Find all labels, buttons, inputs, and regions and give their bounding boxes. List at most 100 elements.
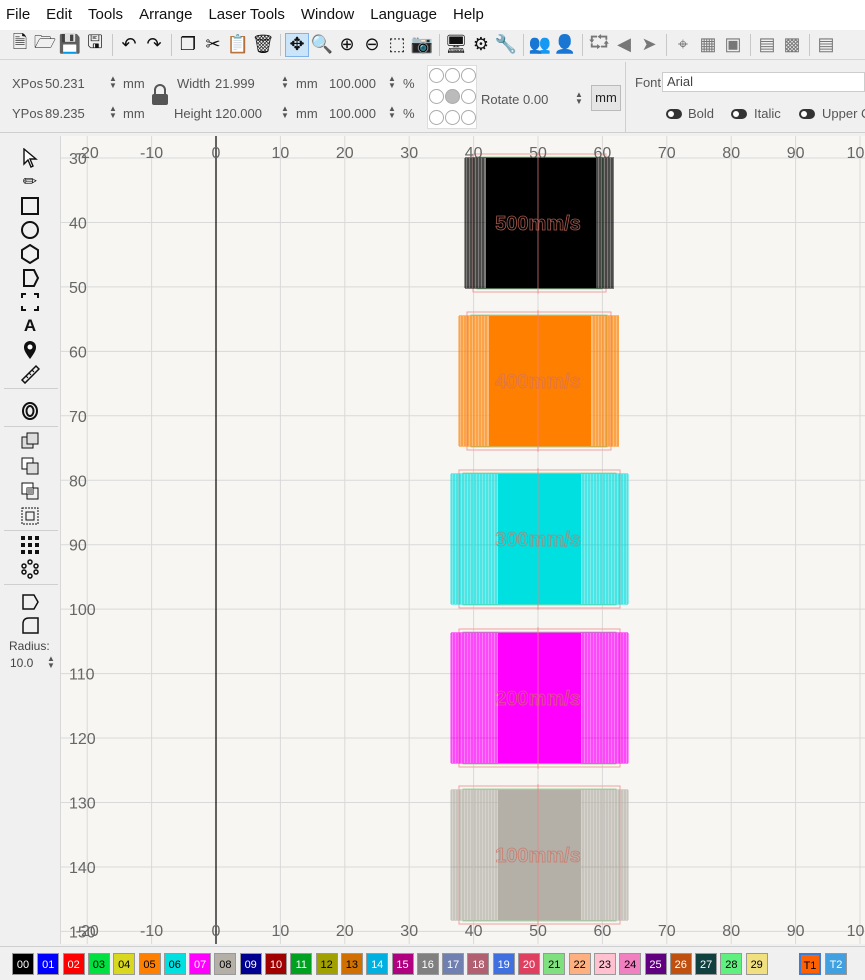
test-block[interactable]: 100mm/s [450, 784, 629, 926]
bold-toggle[interactable] [666, 109, 682, 119]
palette-swatch-T2[interactable]: T2 [825, 953, 847, 975]
test-block[interactable]: 200mm/s [450, 627, 629, 769]
settings-icon[interactable]: ⚙ [469, 33, 493, 57]
tools-icon[interactable]: 🔧 [494, 33, 518, 57]
frame-icon[interactable] [18, 291, 42, 313]
palette-swatch-17[interactable]: 17 [442, 953, 465, 975]
palette-swatch-20[interactable]: 20 [518, 953, 540, 975]
palette-swatch-26[interactable]: 26 [669, 953, 692, 975]
palette-swatch-21[interactable]: 21 [543, 953, 566, 975]
height-spinner[interactable]: ▲ ▼ [279, 105, 291, 121]
width-percent-input[interactable]: 100.000 [329, 76, 376, 91]
radius-spinner[interactable]: ▲ ▼ [45, 655, 57, 671]
palette-swatch-18[interactable]: 18 [467, 953, 490, 975]
distribute-icon[interactable]: ▣ [721, 33, 745, 57]
palette-swatch-23[interactable]: 23 [593, 953, 616, 975]
palette-swatch-00[interactable]: 00 [12, 953, 34, 975]
palette-swatch-27[interactable]: 27 [695, 953, 718, 975]
palette-swatch-09[interactable]: 09 [239, 953, 262, 975]
monitor-icon[interactable]: 🖥 [444, 33, 468, 57]
height-percent-input[interactable]: 100.000 [329, 106, 376, 121]
anchor-top[interactable] [445, 68, 460, 83]
boolean-union-icon[interactable] [18, 430, 42, 452]
palette-swatch-16[interactable]: 16 [416, 953, 439, 975]
rotate-input[interactable]: 0.00 [523, 92, 548, 107]
test-block[interactable]: 500mm/s [464, 152, 614, 294]
zoom-page-icon[interactable]: 🔍 [310, 33, 334, 57]
dock-icon[interactable]: ▤ [814, 33, 838, 57]
menu-language[interactable]: Language [362, 0, 445, 30]
open-folder-icon[interactable]: 🗁 [33, 32, 57, 57]
align-center-icon[interactable]: ▩ [780, 33, 804, 57]
width-input[interactable]: 21.999 [215, 76, 255, 91]
palette-swatch-12[interactable]: 12 [315, 953, 338, 975]
grid-array-icon[interactable] [18, 534, 42, 556]
redo-icon[interactable]: ↷ [142, 33, 166, 57]
anchor-top-right[interactable] [461, 68, 476, 83]
paste-icon[interactable]: 📋 [226, 33, 250, 57]
boolean-subtract-icon[interactable] [18, 455, 42, 477]
height-percent-spinner[interactable]: ▲ ▼ [386, 105, 398, 121]
ellipse-icon[interactable] [18, 219, 42, 241]
move-icon[interactable]: ✥ [285, 32, 309, 57]
palette-swatch-05[interactable]: 05 [138, 953, 161, 975]
palette-swatch-28[interactable]: 28 [720, 953, 743, 975]
circular-array-icon[interactable] [18, 558, 42, 580]
palette-swatch-14[interactable]: 14 [366, 953, 389, 975]
palette-swatch-03[interactable]: 03 [87, 953, 110, 975]
corner-radius-icon[interactable] [18, 614, 42, 636]
ypos-input[interactable]: 89.235 [45, 106, 85, 121]
palette-swatch-22[interactable]: 22 [568, 953, 591, 975]
menu-window[interactable]: Window [293, 0, 362, 30]
undo-icon[interactable]: ↶ [117, 33, 141, 57]
palette-swatch-10[interactable]: 10 [265, 953, 287, 975]
palette-swatch-24[interactable]: 24 [619, 953, 642, 975]
select-frame-icon[interactable]: ⬚ [385, 33, 409, 57]
upper-case-toggle[interactable] [799, 109, 815, 119]
offset-icon[interactable] [18, 400, 42, 422]
menu-edit[interactable]: Edit [38, 0, 80, 30]
menu-tools[interactable]: Tools [80, 0, 131, 30]
anchor-center[interactable] [445, 89, 460, 104]
camera-icon[interactable]: 📷 [410, 33, 434, 57]
italic-toggle[interactable] [731, 109, 747, 119]
anchor-bottom[interactable] [445, 110, 460, 125]
group-icon[interactable]: 👥 [528, 33, 552, 57]
zoom-in-icon[interactable]: ⊕ [335, 33, 359, 57]
pentagon-icon[interactable] [18, 267, 42, 289]
width-spinner[interactable]: ▲ ▼ [279, 75, 291, 91]
palette-swatch-25[interactable]: 25 [644, 953, 667, 975]
palette-swatch-15[interactable]: 15 [391, 953, 414, 975]
weld-icon[interactable] [18, 505, 42, 527]
anchor-right[interactable] [461, 89, 476, 104]
user-icon[interactable]: 👤 [553, 33, 577, 57]
boolean-intersect-icon[interactable] [18, 480, 42, 502]
palette-swatch-08[interactable]: 08 [214, 953, 237, 975]
edit-nodes-icon[interactable] [18, 591, 42, 613]
menu-help[interactable]: Help [445, 0, 492, 30]
unit-toggle-button[interactable]: mm [591, 85, 621, 111]
menu-file[interactable]: File [0, 0, 38, 30]
save-icon[interactable]: 💾 [58, 33, 82, 57]
node-icon[interactable]: ▦ [696, 33, 720, 57]
anchor-bottom-left[interactable] [429, 110, 444, 125]
rotate-spinner[interactable]: ▲ ▼ [573, 91, 585, 107]
align-icon[interactable]: ⮔ [587, 32, 611, 57]
palette-swatch-T1[interactable]: T1 [799, 953, 821, 975]
text-tool-icon[interactable]: A [18, 315, 42, 337]
pencil-icon[interactable]: ✏ [18, 171, 42, 193]
palette-swatch-19[interactable]: 19 [492, 953, 515, 975]
height-input[interactable]: 120.000 [215, 106, 262, 121]
palette-swatch-01[interactable]: 01 [37, 953, 60, 975]
polygon-icon[interactable] [18, 243, 42, 265]
palette-swatch-11[interactable]: 11 [290, 953, 313, 975]
palette-swatch-07[interactable]: 07 [189, 953, 212, 975]
anchor-selector[interactable] [427, 65, 477, 129]
menu-laser-tools[interactable]: Laser Tools [200, 0, 292, 30]
copy-icon[interactable]: ❐ [176, 33, 200, 57]
canvas-stage[interactable]: 500mm/s400mm/s300mm/s200mm/s100mm/s -20-… [61, 136, 865, 944]
width-percent-spinner[interactable]: ▲ ▼ [386, 75, 398, 91]
send-icon[interactable]: ➤ [637, 33, 661, 57]
rectangle-icon[interactable] [18, 195, 42, 217]
test-block[interactable]: 300mm/s [450, 468, 629, 610]
